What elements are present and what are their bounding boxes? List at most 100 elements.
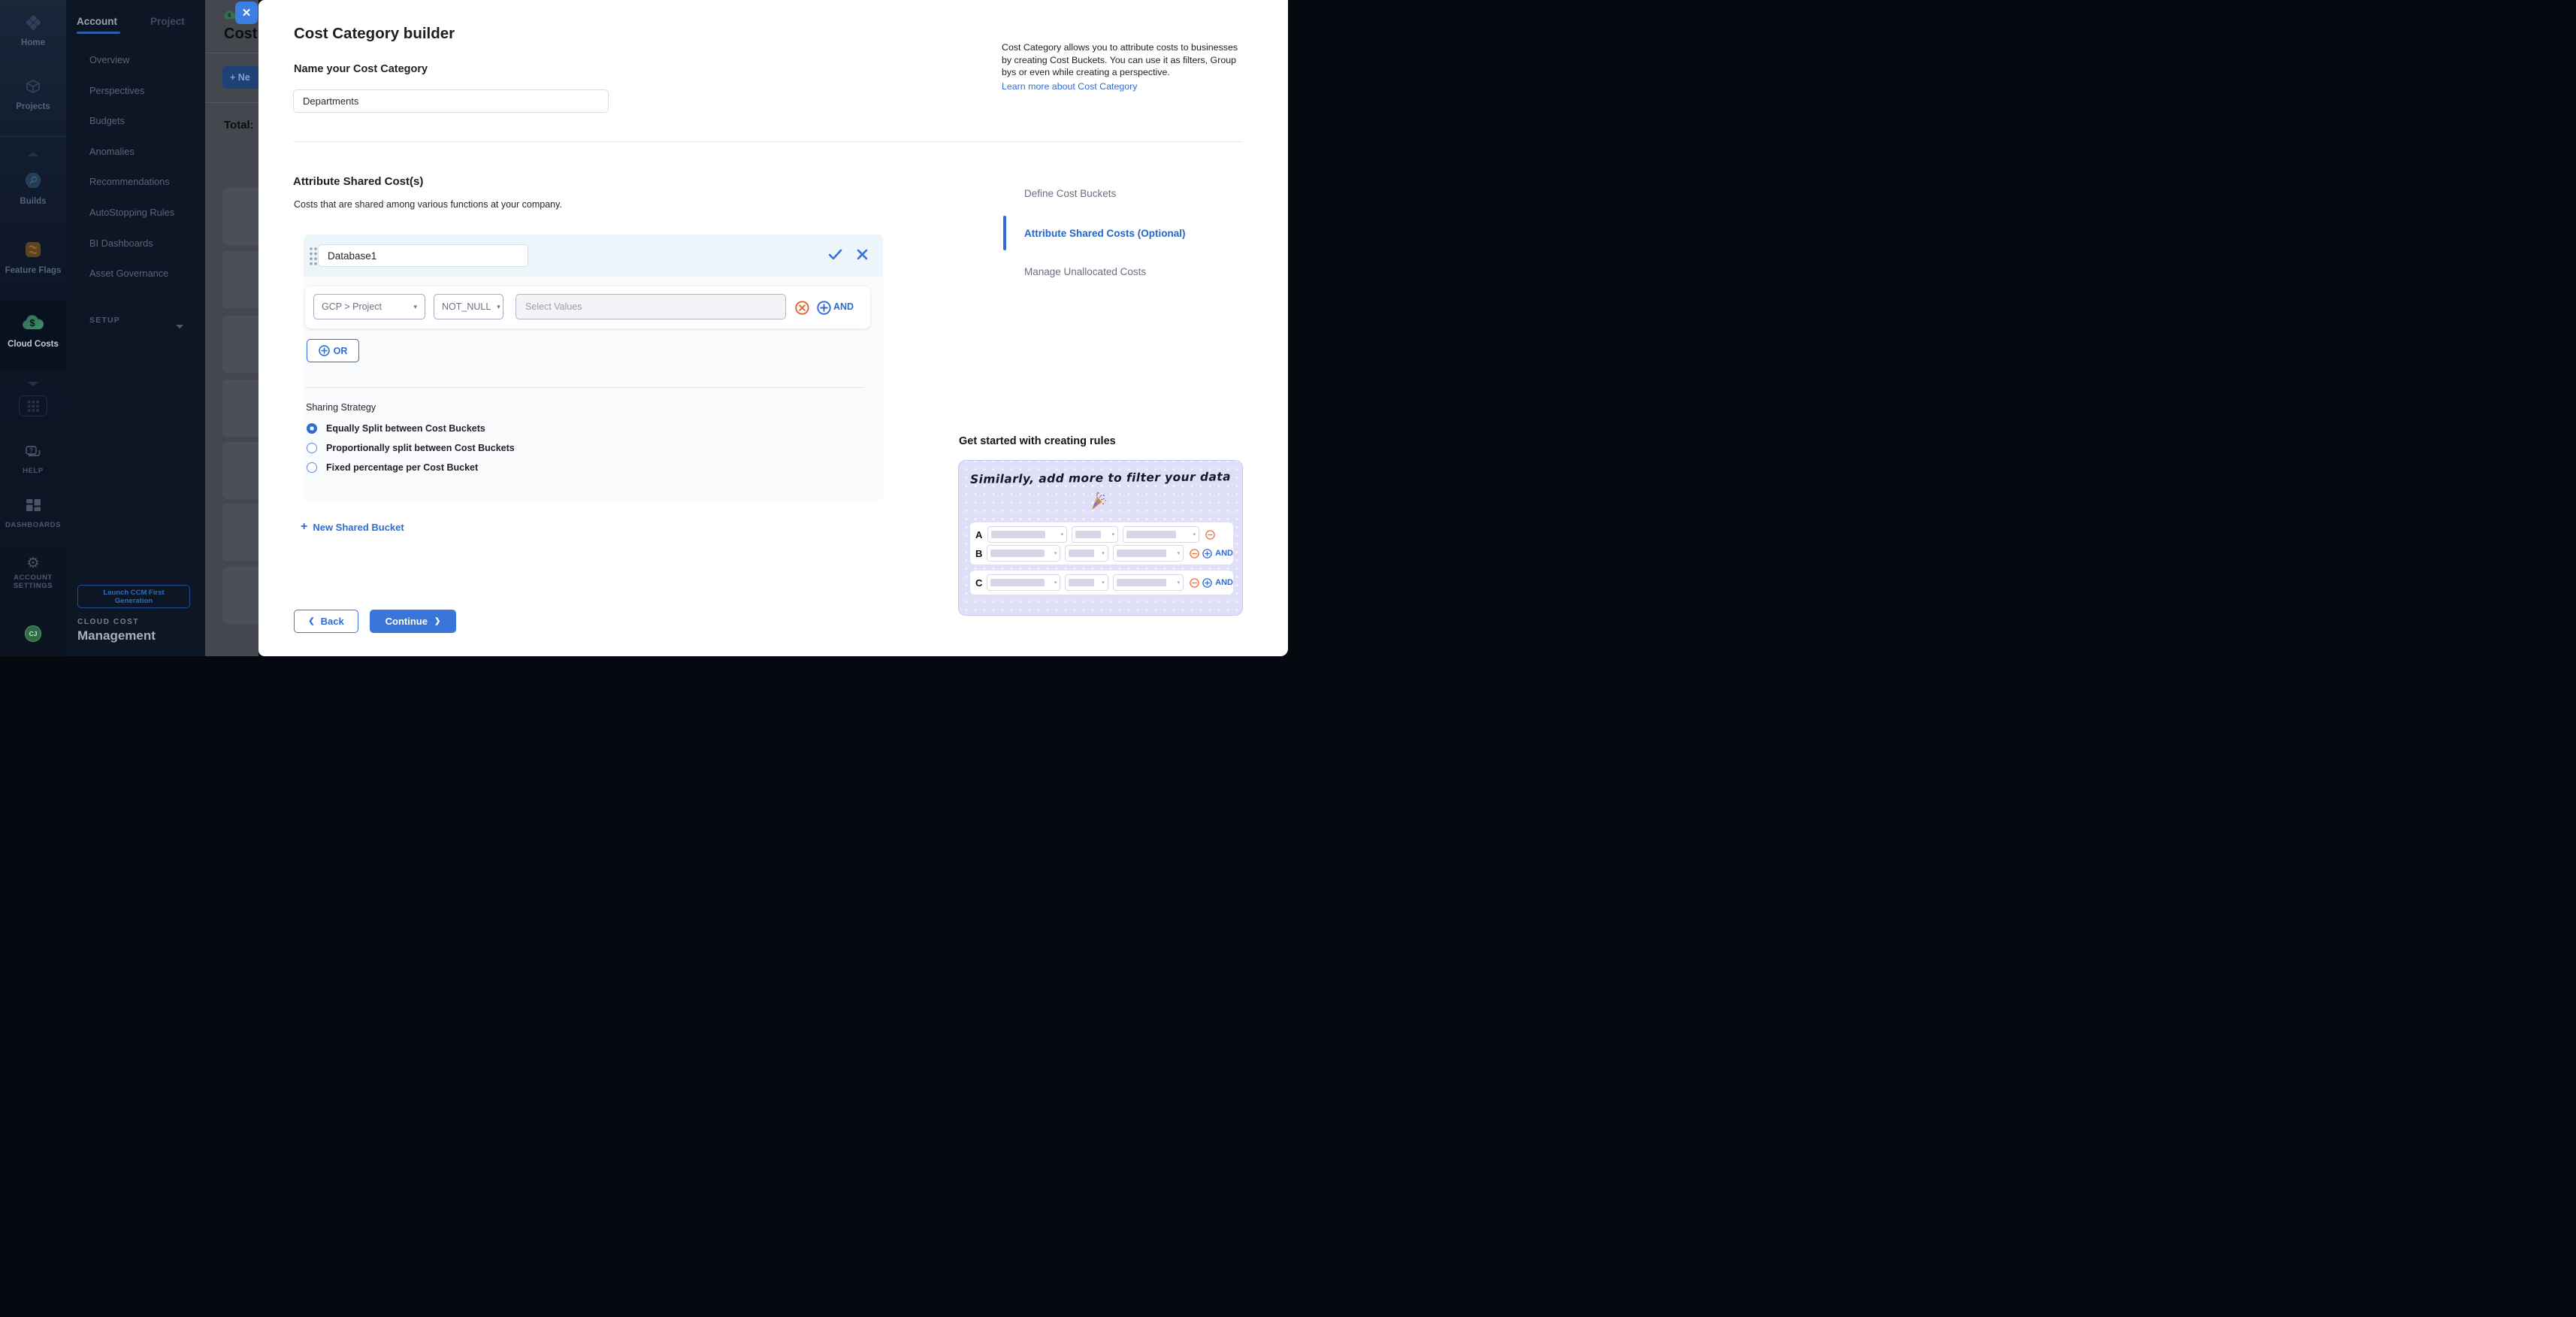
- placeholder-select: ▾: [1113, 574, 1184, 591]
- continue-button[interactable]: Continue ❯: [370, 610, 456, 633]
- subnav-item-bi-dashboards[interactable]: BI Dashboards: [66, 229, 205, 259]
- add-and-condition-button[interactable]: [817, 301, 831, 315]
- radio-fixed-percentage[interactable]: Fixed percentage per Cost Bucket: [307, 462, 478, 473]
- module-picker-button[interactable]: [19, 395, 47, 416]
- list-row[interactable]: ❯: [222, 316, 259, 373]
- sidebar-item-account-settings[interactable]: ⚙ ACCOUNT SETTINGS: [0, 556, 66, 590]
- list-row[interactable]: ❯: [222, 567, 259, 624]
- illustration-rule-block-c: C ▾ ▾ ▾ AND: [970, 571, 1233, 595]
- or-label: OR: [334, 346, 348, 356]
- bucket-header: [304, 235, 883, 277]
- list-row[interactable]: ❯: [222, 188, 259, 245]
- subnav-item-perspectives[interactable]: Perspectives: [66, 76, 205, 107]
- caret-down-icon: ▾: [497, 303, 500, 311]
- operator-value: NOT_NULL: [442, 301, 491, 312]
- and-label[interactable]: AND: [833, 301, 854, 312]
- values-multiselect-input[interactable]: [516, 294, 786, 319]
- subnav-item-recommendations[interactable]: Recommendations: [66, 167, 205, 198]
- divider: [205, 102, 259, 103]
- circle-minus-icon: [1190, 549, 1199, 559]
- ccm-mini-cloud-icon: $: [223, 10, 236, 20]
- illustration-rule-block-ab: A ▾ ▾ ▾ B ▾ ▾ ▾ AND: [970, 522, 1233, 565]
- handwritten-hint: Similarly, add more to filter your data: [959, 470, 1242, 486]
- back-label: Back: [321, 616, 344, 627]
- sidebar-item-builds[interactable]: Builds: [0, 171, 66, 206]
- circle-x-icon: [795, 301, 809, 315]
- sidebar-item-label: Projects: [0, 102, 66, 111]
- radio-label: Proportionally split between Cost Bucket…: [326, 443, 515, 453]
- learn-more-link[interactable]: Learn more about Cost Category: [1002, 80, 1137, 93]
- sidebar-item-feature-flags[interactable]: Feature Flags: [0, 241, 66, 275]
- module-eyebrow: CLOUD COST: [77, 618, 139, 626]
- circle-minus-icon: [1190, 578, 1199, 588]
- app-root: Home Projects Builds: [0, 0, 1288, 658]
- sidebar-collapse-up[interactable]: [0, 147, 66, 160]
- caret-down-icon: ▾: [413, 303, 417, 311]
- cloud-costs-icon: $: [21, 313, 45, 332]
- back-button[interactable]: ❮ Back: [294, 610, 358, 633]
- step-define-cost-buckets[interactable]: Define Cost Buckets: [1024, 188, 1116, 199]
- confirm-bucket-button[interactable]: [828, 249, 842, 260]
- tab-account[interactable]: Account: [77, 16, 117, 27]
- delete-rule-button[interactable]: [795, 301, 809, 315]
- list-row[interactable]: ❯: [222, 504, 259, 561]
- party-popper-icon: [1088, 491, 1108, 510]
- primary-sidebar: Home Projects Builds: [0, 0, 66, 656]
- sidebar-item-dashboards[interactable]: DASHBOARDS: [0, 499, 66, 529]
- subnav-item-asset-governance[interactable]: Asset Governance: [66, 259, 205, 289]
- sidebar-item-projects[interactable]: Projects: [0, 78, 66, 111]
- home-icon: [26, 15, 41, 30]
- list-row[interactable]: ❯: [222, 380, 259, 437]
- shared-bucket-card: GCP > Project ▾ NOT_NULL ▾: [304, 235, 883, 501]
- new-shared-bucket-link[interactable]: + New Shared Bucket: [301, 520, 404, 534]
- rule-row: GCP > Project ▾ NOT_NULL ▾: [305, 286, 870, 328]
- new-shared-bucket-label: New Shared Bucket: [313, 522, 404, 533]
- tab-project[interactable]: Project: [150, 16, 185, 27]
- cloud-costs-icon-wrap: $ Cloud Costs: [0, 301, 66, 349]
- and-label: AND: [1215, 578, 1233, 587]
- row-label: C: [975, 577, 982, 589]
- subnav-item-anomalies[interactable]: Anomalies: [66, 137, 205, 168]
- bucket-name-input[interactable]: [318, 244, 528, 267]
- list-row[interactable]: ❯: [222, 442, 259, 499]
- drag-handle-icon[interactable]: [309, 247, 318, 265]
- sidebar-item-help[interactable]: ? HELP: [0, 446, 66, 475]
- modal-close-button[interactable]: ✕: [235, 2, 258, 24]
- placeholder-select: ▾: [1123, 526, 1199, 543]
- radio-proportionally-split[interactable]: Proportionally split between Cost Bucket…: [307, 443, 515, 453]
- sidebar-item-label: DASHBOARDS: [0, 521, 66, 529]
- add-or-condition-button[interactable]: OR: [307, 339, 359, 362]
- remove-bucket-button[interactable]: [857, 249, 868, 260]
- chevron-down-icon: [176, 319, 183, 332]
- subnav-setup-section[interactable]: SETUP: [89, 316, 187, 325]
- radio-equally-split[interactable]: Equally Split between Cost Buckets: [307, 423, 485, 434]
- sidebar-item-home[interactable]: Home: [0, 15, 66, 47]
- operand-select[interactable]: GCP > Project ▾: [313, 294, 425, 319]
- subnav-item-budgets[interactable]: Budgets: [66, 106, 205, 137]
- subnav-item-autostopping-rules[interactable]: AutoStopping Rules: [66, 198, 205, 229]
- ccm-secondary-nav: Account Project Overview Perspectives Bu…: [66, 0, 205, 656]
- new-cost-category-button-clipped[interactable]: + Ne: [222, 66, 259, 89]
- user-avatar[interactable]: CJ: [25, 625, 41, 642]
- sidebar-item-label: Builds: [0, 197, 66, 206]
- list-row[interactable]: ❯: [222, 251, 259, 308]
- subnav-item-overview[interactable]: Overview: [66, 45, 205, 76]
- help-chat-icon: ?: [25, 446, 41, 460]
- circle-plus-icon: [1202, 578, 1212, 588]
- sidebar-item-label: Feature Flags: [0, 266, 66, 275]
- name-section-label: Name your Cost Category: [294, 63, 428, 75]
- intro-text: Cost Category allows you to attribute co…: [1002, 42, 1238, 77]
- step-manage-unallocated-costs[interactable]: Manage Unallocated Costs: [1024, 266, 1146, 277]
- sidebar-item-cloud-costs-active[interactable]: $ Cloud Costs: [0, 301, 66, 370]
- launch-ccm-first-gen-button[interactable]: Launch CCM First Generation: [77, 585, 190, 608]
- cost-category-name-input[interactable]: [293, 89, 609, 113]
- placeholder-select: ▾: [1072, 526, 1118, 543]
- operator-select[interactable]: NOT_NULL ▾: [434, 294, 503, 319]
- step-attribute-shared-costs[interactable]: Attribute Shared Costs (Optional): [1024, 228, 1186, 239]
- sharing-strategy-label: Sharing Strategy: [306, 402, 376, 413]
- sidebar-divider: [0, 136, 66, 137]
- chevron-right-icon: ❯: [434, 617, 440, 625]
- sidebar-collapse-down[interactable]: [0, 377, 66, 390]
- active-tab-underline: [77, 32, 120, 34]
- rules-illustration-panel: Similarly, add more to filter your data …: [958, 460, 1243, 616]
